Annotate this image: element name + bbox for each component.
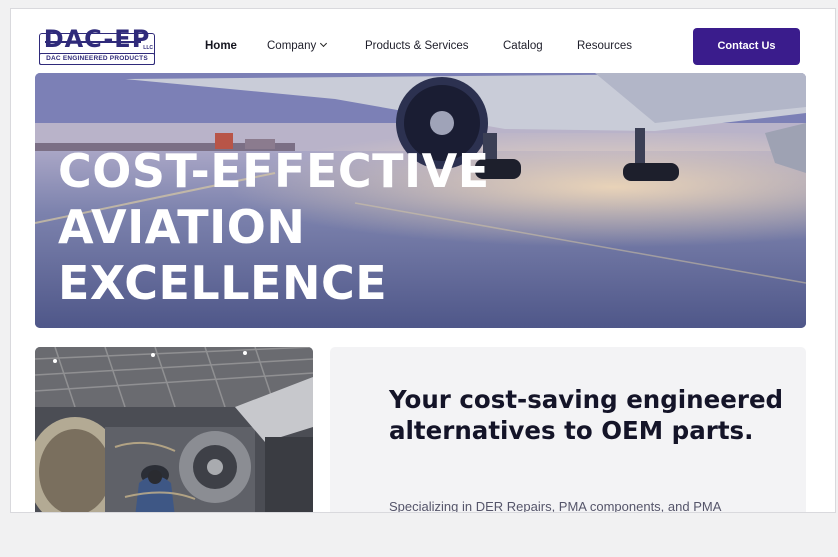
hero-title-line-3: EXCELLENCE bbox=[58, 256, 388, 310]
nav-products-services[interactable]: Products & Services bbox=[365, 40, 469, 52]
nav-home[interactable]: Home bbox=[205, 40, 237, 52]
intro-panel: Your cost-saving engineered alternatives… bbox=[330, 347, 806, 513]
nav-company[interactable]: Company bbox=[267, 39, 328, 52]
section-heading: Your cost-saving engineered alternatives… bbox=[389, 385, 784, 445]
contact-us-button[interactable]: Contact Us bbox=[693, 28, 800, 65]
section-description: Specializing in DER Repairs, PMA compone… bbox=[389, 499, 722, 513]
browser-viewport: DAC-EP LLC DAC ENGINEERED PRODUCTS Home … bbox=[10, 8, 836, 513]
nav-company-label: Company bbox=[267, 40, 317, 52]
nav-resources[interactable]: Resources bbox=[577, 40, 632, 52]
jet-engine-hangar-icon bbox=[35, 347, 313, 512]
hero-title-line-1: COST-EFFECTIVE bbox=[58, 144, 490, 198]
logo-subtitle: DAC ENGINEERED PRODUCTS bbox=[39, 53, 155, 65]
hero-title-line-2: AVIATION bbox=[58, 200, 306, 254]
bottom-bar bbox=[0, 513, 838, 557]
engine-hangar-photo bbox=[35, 347, 313, 512]
logo-llc: LLC bbox=[143, 45, 153, 51]
hero-banner: COST-EFFECTIVE AVIATION EXCELLENCE bbox=[35, 73, 806, 328]
nav-catalog[interactable]: Catalog bbox=[503, 40, 543, 52]
chevron-down-icon bbox=[320, 39, 328, 48]
site-logo[interactable]: DAC-EP LLC DAC ENGINEERED PRODUCTS bbox=[39, 25, 155, 65]
hero-title: COST-EFFECTIVE AVIATION EXCELLENCE bbox=[58, 143, 490, 311]
logo-strike-line bbox=[45, 41, 141, 43]
site-header: DAC-EP LLC DAC ENGINEERED PRODUCTS Home … bbox=[11, 9, 835, 73]
logo-wordmark: DAC-EP bbox=[43, 25, 151, 53]
